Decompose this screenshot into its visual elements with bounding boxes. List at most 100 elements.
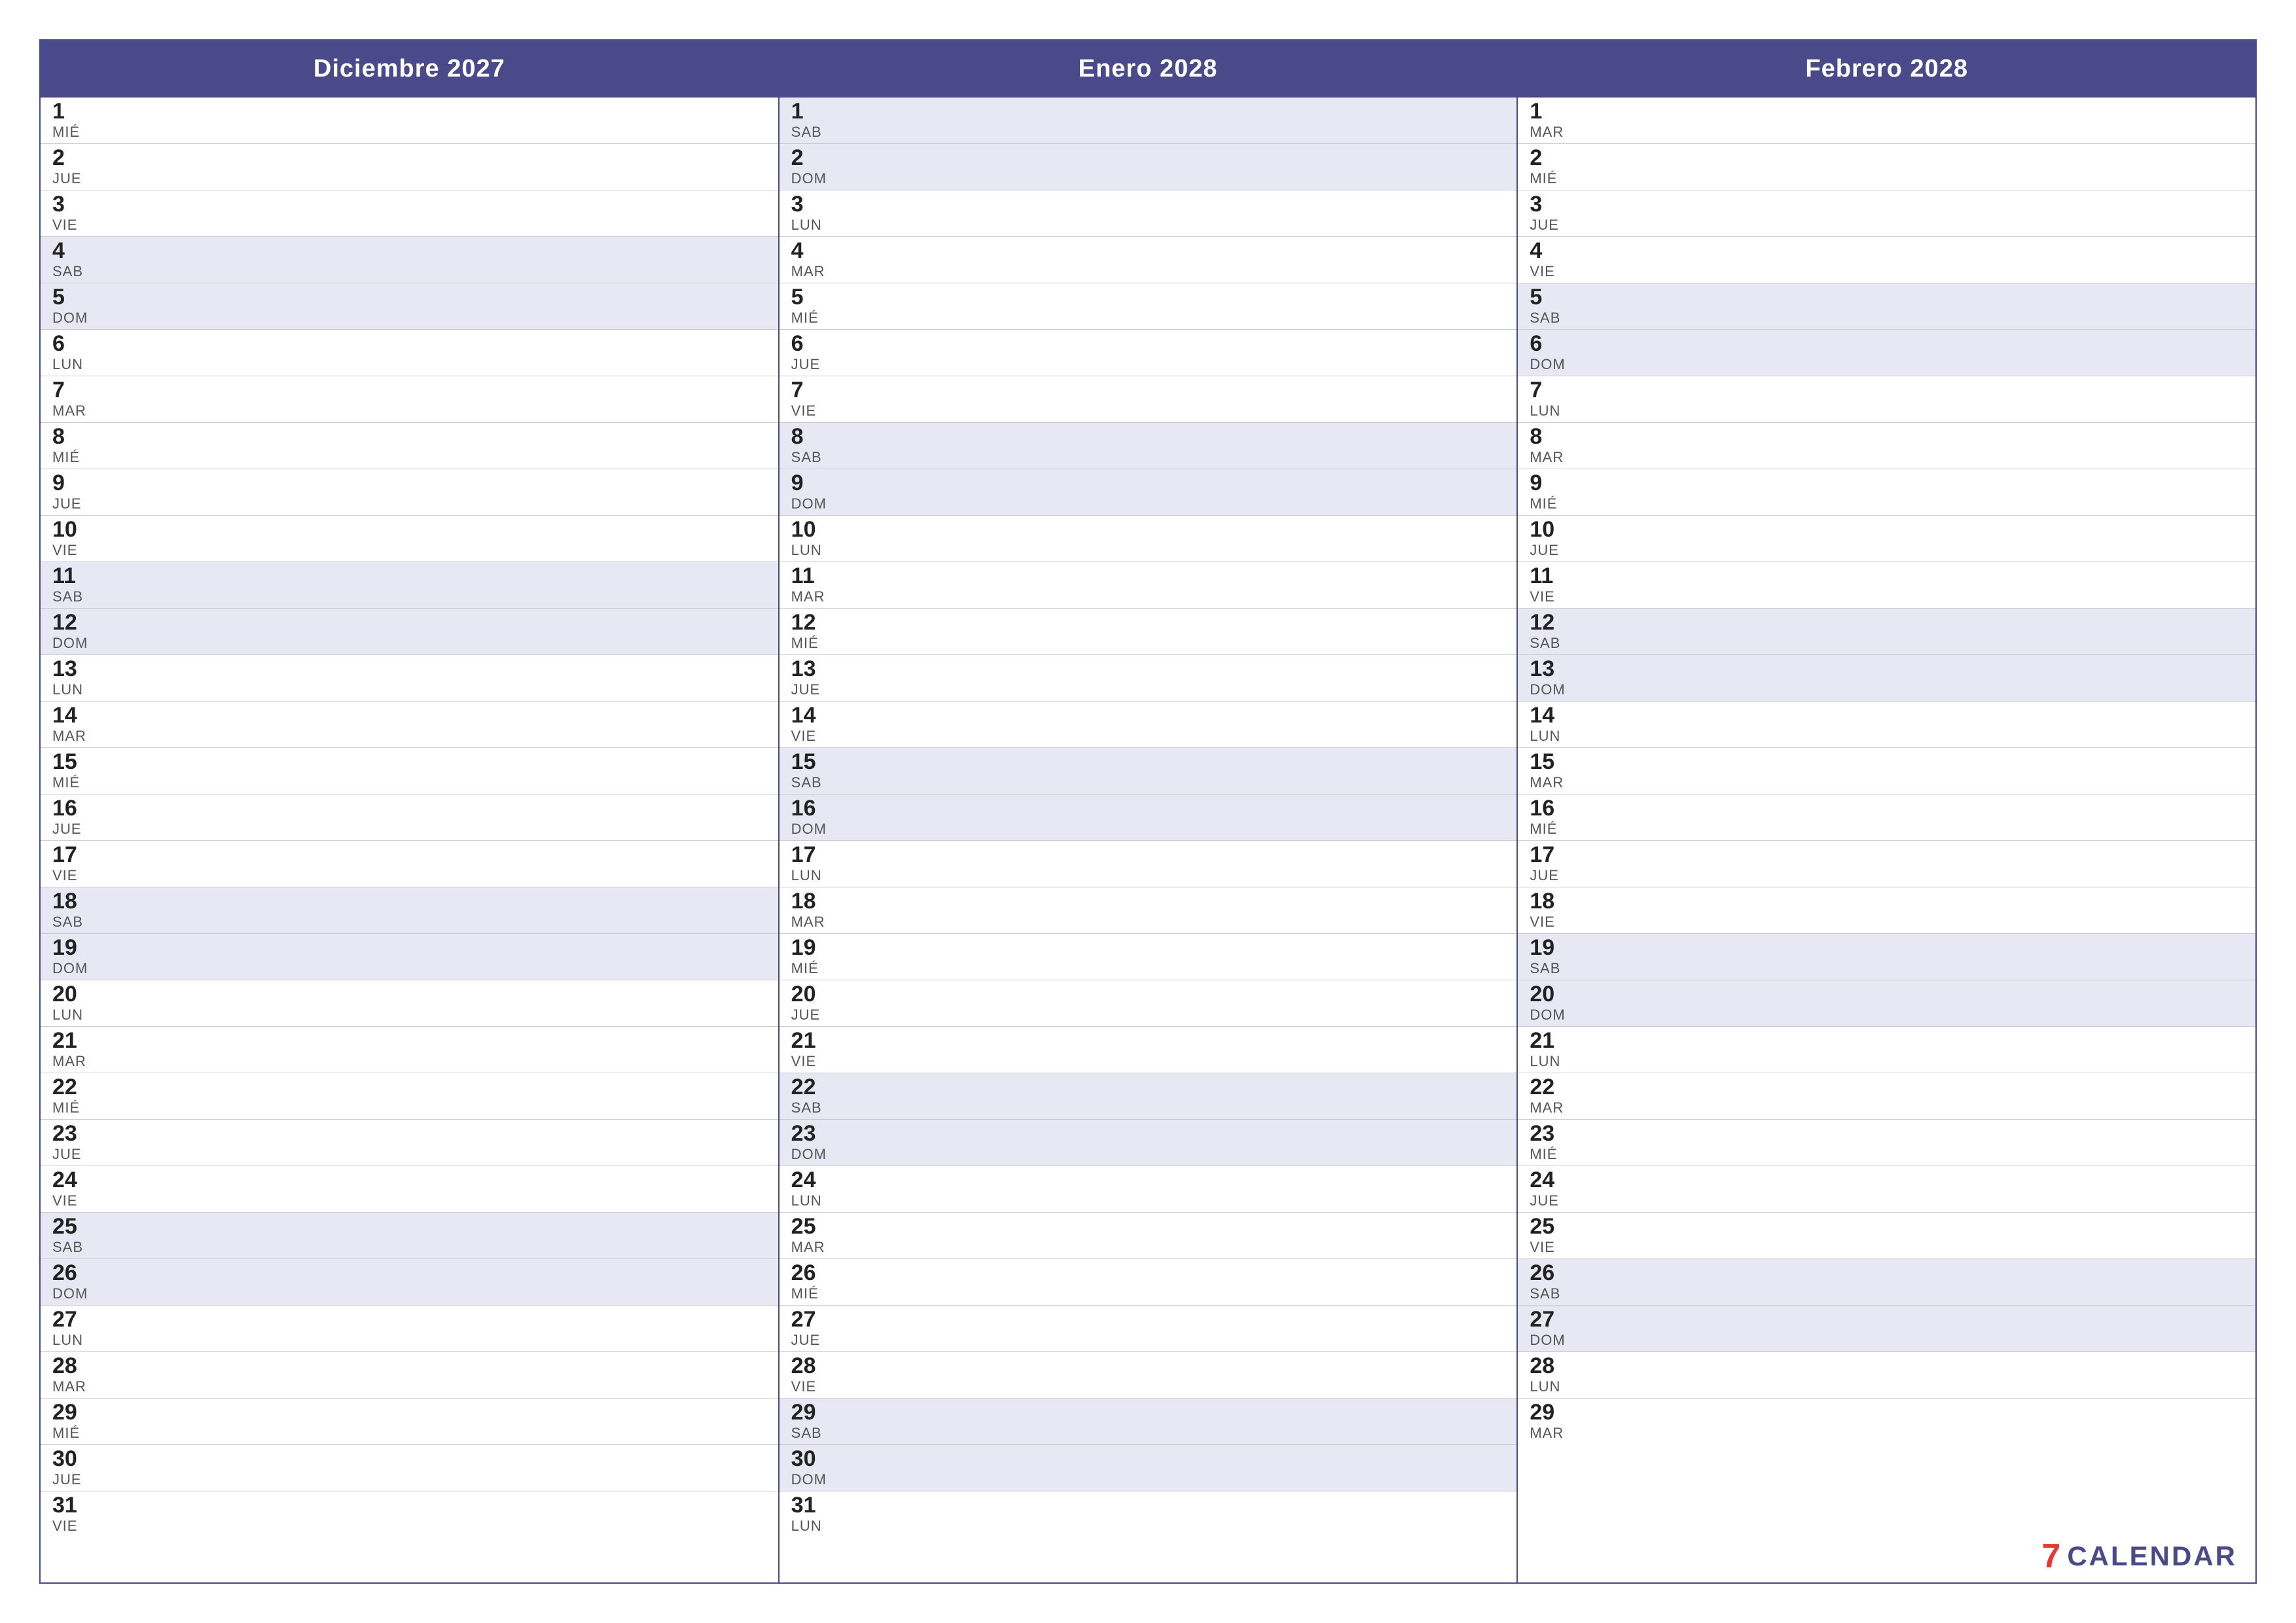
day-name: LUN [791, 217, 827, 234]
day-name: VIE [52, 217, 88, 234]
day-info: 22MIÉ [52, 1076, 88, 1116]
day-number: 19 [1530, 936, 1566, 959]
day-row: 30JUE [41, 1445, 778, 1491]
day-row: 2MIÉ [1518, 144, 2255, 190]
day-number: 28 [52, 1355, 88, 1377]
day-row: 25MAR [780, 1213, 1517, 1259]
day-name: MIÉ [52, 124, 88, 141]
day-info: 15MAR [1530, 751, 1566, 791]
day-row: 3VIE [41, 190, 778, 237]
day-info: 16JUE [52, 797, 88, 838]
day-info: 1MIÉ [52, 100, 88, 141]
day-name: DOM [1530, 1332, 1566, 1349]
day-row: 14VIE [780, 702, 1517, 748]
day-info: 12SAB [1530, 611, 1566, 652]
day-row: 28LUN [1518, 1352, 2255, 1399]
day-info: 4SAB [52, 240, 88, 280]
day-row: 25VIE [1518, 1213, 2255, 1259]
day-number: 7 [52, 379, 88, 401]
day-number: 15 [1530, 751, 1566, 773]
day-name: MAR [52, 728, 88, 745]
day-row: 18SAB [41, 887, 778, 934]
day-row: 2DOM [780, 144, 1517, 190]
day-info: 6DOM [1530, 332, 1566, 373]
day-row: 28VIE [780, 1352, 1517, 1399]
day-row: 31VIE [41, 1491, 778, 1537]
day-number: 7 [791, 379, 827, 401]
day-name: MIÉ [791, 1285, 827, 1302]
day-number: 21 [1530, 1029, 1566, 1052]
day-number: 22 [52, 1076, 88, 1098]
day-row: 7LUN [1518, 376, 2255, 423]
day-info: 21LUN [1530, 1029, 1566, 1070]
day-number: 16 [52, 797, 88, 819]
day-info: 10LUN [791, 518, 827, 559]
day-info: 2MIÉ [1530, 147, 1566, 187]
day-row: 19SAB [1518, 934, 2255, 980]
day-number: 20 [52, 983, 88, 1005]
day-row: 28MAR [41, 1352, 778, 1399]
month-col-2: Febrero 20281MAR2MIÉ3JUE4VIE5SAB6DOM7LUN… [1518, 41, 2255, 1582]
day-name: DOM [52, 310, 88, 327]
day-info: 11SAB [52, 565, 88, 605]
day-row: 24VIE [41, 1166, 778, 1213]
day-number: 15 [791, 751, 827, 773]
day-number: 17 [52, 844, 88, 866]
day-number: 25 [1530, 1215, 1566, 1238]
day-name: MAR [1530, 774, 1566, 791]
day-row: 8SAB [780, 423, 1517, 469]
day-info: 1SAB [791, 100, 827, 141]
day-name: MIÉ [52, 449, 88, 466]
day-row: 6DOM [1518, 330, 2255, 376]
day-name: JUE [52, 1146, 88, 1163]
day-info: 23JUE [52, 1122, 88, 1163]
day-name: LUN [52, 681, 88, 698]
day-number: 11 [1530, 565, 1566, 587]
day-name: MAR [791, 914, 827, 931]
day-row: 26DOM [41, 1259, 778, 1306]
day-info: 31VIE [52, 1494, 88, 1535]
day-number: 29 [791, 1401, 827, 1423]
day-info: 6JUE [791, 332, 827, 373]
day-number: 27 [52, 1308, 88, 1330]
day-number: 8 [791, 425, 827, 448]
day-name: MAR [52, 1053, 88, 1070]
day-info: 2JUE [52, 147, 88, 187]
day-row: 25SAB [41, 1213, 778, 1259]
day-info: 21VIE [791, 1029, 827, 1070]
day-info: 27LUN [52, 1308, 88, 1349]
day-row: 2JUE [41, 144, 778, 190]
day-name: LUN [1530, 402, 1566, 419]
day-info: 28MAR [52, 1355, 88, 1395]
day-info: 20DOM [1530, 983, 1566, 1024]
day-info: 8MAR [1530, 425, 1566, 466]
day-row: 4MAR [780, 237, 1517, 283]
day-info: 9JUE [52, 472, 88, 512]
day-name: SAB [791, 1099, 827, 1116]
day-number: 12 [52, 611, 88, 633]
day-row: 3JUE [1518, 190, 2255, 237]
day-row: 21MAR [41, 1027, 778, 1073]
day-number: 13 [52, 658, 88, 680]
month-col-0: Diciembre 20271MIÉ2JUE3VIE4SAB5DOM6LUN7M… [41, 41, 780, 1582]
day-name: LUN [791, 867, 827, 884]
day-info: 9DOM [791, 472, 827, 512]
day-info: 24VIE [52, 1169, 88, 1209]
day-info: 25SAB [52, 1215, 88, 1256]
day-number: 23 [52, 1122, 88, 1145]
day-number: 15 [52, 751, 88, 773]
day-name: MAR [52, 402, 88, 419]
day-row: 10VIE [41, 516, 778, 562]
day-row: 12DOM [41, 609, 778, 655]
day-info: 19DOM [52, 936, 88, 977]
day-number: 28 [1530, 1355, 1566, 1377]
day-number: 2 [1530, 147, 1566, 169]
day-name: LUN [791, 1192, 827, 1209]
month-header-2: Febrero 2028 [1518, 41, 2255, 98]
day-name: MIÉ [1530, 495, 1566, 512]
day-info: 17JUE [1530, 844, 1566, 884]
day-info: 29MIÉ [52, 1401, 88, 1442]
day-name: VIE [52, 867, 88, 884]
day-name: MAR [1530, 1099, 1566, 1116]
day-row: 18VIE [1518, 887, 2255, 934]
